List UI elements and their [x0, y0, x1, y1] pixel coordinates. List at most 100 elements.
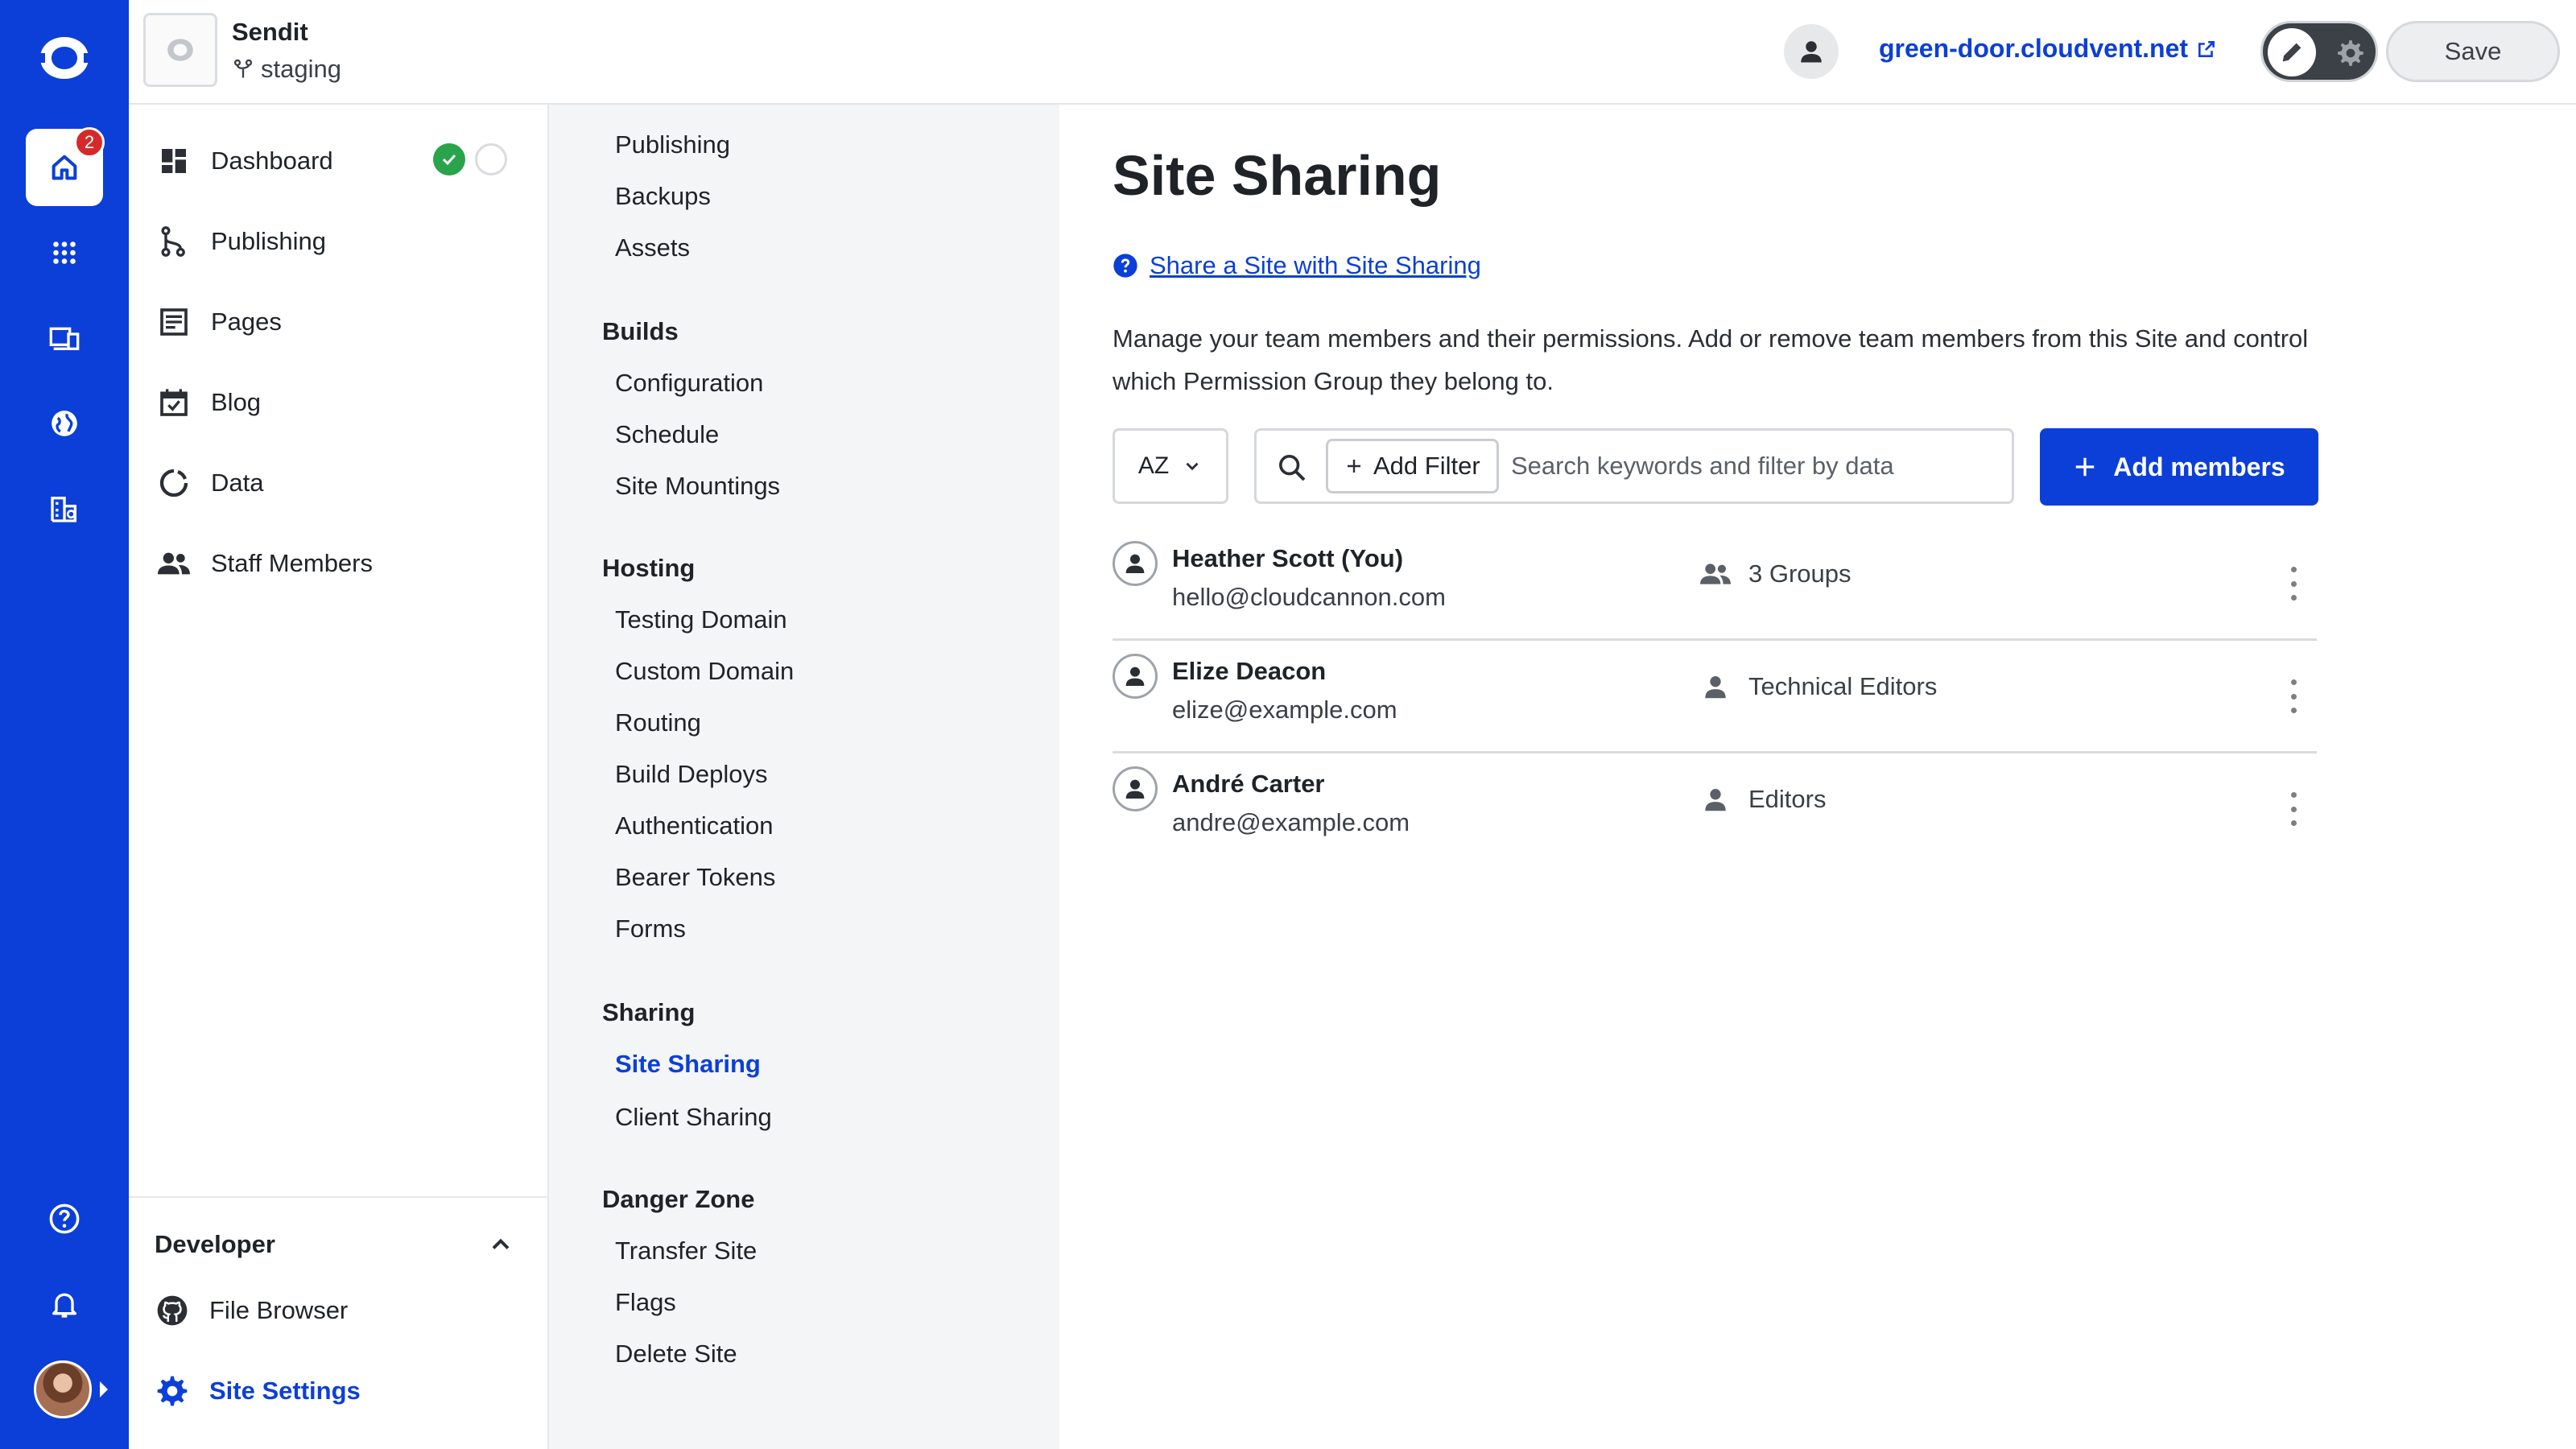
- rail-buildings-button[interactable]: [26, 470, 103, 547]
- member-group[interactable]: Editors: [1697, 784, 1826, 815]
- help-circle-icon: [1113, 254, 1137, 278]
- account-button[interactable]: [1784, 24, 1839, 79]
- settings-item-site-sharing[interactable]: Site Sharing: [615, 1050, 761, 1079]
- person-icon: [1125, 779, 1145, 799]
- settings-item-bearer-tokens[interactable]: Bearer Tokens: [615, 863, 775, 892]
- nav-item-file-browser[interactable]: File Browser: [155, 1286, 348, 1335]
- nav-item-data[interactable]: Data: [156, 459, 263, 507]
- nav-item-publishing[interactable]: Publishing: [156, 217, 326, 266]
- settings-item-transfer-site[interactable]: Transfer Site: [615, 1236, 757, 1265]
- chevron-up-icon[interactable]: [486, 1230, 515, 1259]
- settings-item-authentication[interactable]: Authentication: [615, 811, 773, 840]
- rail-devices-button[interactable]: [26, 299, 103, 377]
- check-icon: [433, 143, 465, 175]
- toggle-knob: [2268, 28, 2316, 76]
- nav-label: Data: [211, 469, 264, 497]
- data-icon: [159, 469, 188, 497]
- settings-item-testing-domain[interactable]: Testing Domain: [615, 605, 787, 634]
- settings-section-builds: Builds: [602, 317, 679, 345]
- cloudcannon-logo-icon[interactable]: [34, 32, 95, 84]
- gear-icon: [2338, 40, 2363, 66]
- site-domain-text: green-door.cloudvent.net: [1879, 34, 2189, 63]
- plus-icon: [1348, 460, 1360, 473]
- settings-item-client-sharing[interactable]: Client Sharing: [615, 1103, 772, 1132]
- member-group-label: Technical Editors: [1748, 672, 1938, 700]
- rail-notifications-button[interactable]: [26, 1265, 103, 1343]
- more-options-icon[interactable]: [2281, 789, 2306, 829]
- save-button[interactable]: Save: [2386, 21, 2560, 82]
- developer-heading[interactable]: Developer: [155, 1230, 275, 1259]
- settings-item-assets[interactable]: Assets: [615, 233, 690, 262]
- grid-icon: [53, 242, 76, 264]
- more-options-icon[interactable]: [2281, 564, 2306, 604]
- github-icon: [157, 1295, 188, 1326]
- search-input[interactable]: [1511, 442, 1994, 490]
- site-sharing-panel: Site Sharing Share a Site with Site Shar…: [1059, 105, 2576, 1449]
- dashboard-icon: [162, 149, 186, 173]
- member-group[interactable]: Technical Editors: [1697, 671, 1937, 702]
- settings-item-routing[interactable]: Routing: [615, 708, 701, 737]
- search-icon: [1279, 455, 1306, 481]
- site-domain-link[interactable]: green-door.cloudvent.net: [1879, 34, 2217, 64]
- nav-item-blog[interactable]: Blog: [156, 378, 261, 427]
- branch-icon: [233, 59, 253, 78]
- chevron-down-icon: [1186, 462, 1199, 471]
- nav-item-site-settings[interactable]: Site Settings: [155, 1367, 361, 1415]
- gear-icon: [157, 1376, 188, 1406]
- member-row[interactable]: Elize Deacon elize@example.com Technical…: [1113, 641, 2317, 753]
- site-thumbnail[interactable]: [143, 13, 217, 87]
- member-email: andre@example.com: [1172, 808, 1410, 836]
- caret-right-icon[interactable]: [100, 1381, 108, 1397]
- bell-icon: [52, 1293, 77, 1318]
- sort-dropdown[interactable]: AZ: [1113, 428, 1228, 504]
- settings-item-custom-domain[interactable]: Custom Domain: [615, 657, 794, 686]
- settings-item-backups[interactable]: Backups: [615, 182, 711, 211]
- settings-item-flags[interactable]: Flags: [615, 1288, 676, 1317]
- nav-label: File Browser: [209, 1296, 349, 1324]
- member-row[interactable]: André Carter andre@example.com Editors: [1113, 753, 2317, 866]
- plus-icon: [2076, 457, 2095, 477]
- nav-label: Blog: [211, 388, 262, 416]
- nav-item-dashboard[interactable]: Dashboard: [156, 137, 333, 185]
- settings-section-danger-zone: Danger Zone: [602, 1185, 755, 1213]
- scroll-fade: [549, 105, 1059, 137]
- groups-icon: [1700, 564, 1731, 584]
- add-filter-label: Add Filter: [1373, 452, 1480, 480]
- add-filter-button[interactable]: Add Filter: [1326, 439, 1499, 493]
- settings-item-forms[interactable]: Forms: [615, 914, 686, 943]
- settings-item-site-mountings[interactable]: Site Mountings: [615, 472, 780, 501]
- more-options-icon[interactable]: [2281, 676, 2306, 716]
- settings-item-delete-site[interactable]: Delete Site: [615, 1340, 737, 1368]
- member-group-label: 3 Groups: [1748, 559, 1852, 588]
- settings-item-configuration[interactable]: Configuration: [615, 369, 763, 398]
- nav-item-staff-members[interactable]: Staff Members: [156, 539, 373, 588]
- help-link-text: Share a Site with Site Sharing: [1150, 251, 1481, 279]
- help-icon: [49, 1203, 80, 1234]
- site-navigation: Dashboard Publishing Pages Blog Data Sta…: [129, 105, 549, 1449]
- help-doc-link[interactable]: Share a Site with Site Sharing: [1113, 251, 1481, 280]
- settings-item-build-deploys[interactable]: Build Deploys: [615, 760, 768, 789]
- nav-item-pages[interactable]: Pages: [156, 298, 282, 346]
- site-placeholder-icon: [167, 39, 193, 61]
- branch-selector[interactable]: staging: [232, 55, 341, 84]
- rail-apps-button[interactable]: [26, 214, 103, 291]
- site-name[interactable]: Sendit: [232, 18, 308, 47]
- rail-help-button[interactable]: [26, 1180, 103, 1257]
- member-avatar: [1113, 766, 1158, 811]
- member-group[interactable]: 3 Groups: [1697, 559, 1852, 589]
- globe-icon: [52, 411, 77, 436]
- publishing-icon: [161, 226, 185, 257]
- rail-globe-button[interactable]: [26, 385, 103, 462]
- member-row[interactable]: Heather Scott (You) hello@cloudcannon.co…: [1113, 528, 2317, 641]
- user-avatar[interactable]: [34, 1360, 92, 1418]
- external-link-icon: [2198, 40, 2215, 57]
- person-icon: [1125, 667, 1145, 686]
- page-title: Site Sharing: [1113, 144, 1442, 207]
- rail-home-button[interactable]: 2: [26, 127, 105, 206]
- settings-section-hosting: Hosting: [602, 554, 696, 582]
- add-members-button[interactable]: Add members: [2040, 428, 2318, 506]
- nav-label: Staff Members: [211, 549, 374, 577]
- settings-item-schedule[interactable]: Schedule: [615, 420, 719, 449]
- devices-icon: [49, 327, 80, 350]
- edit-mode-toggle[interactable]: [2260, 21, 2378, 82]
